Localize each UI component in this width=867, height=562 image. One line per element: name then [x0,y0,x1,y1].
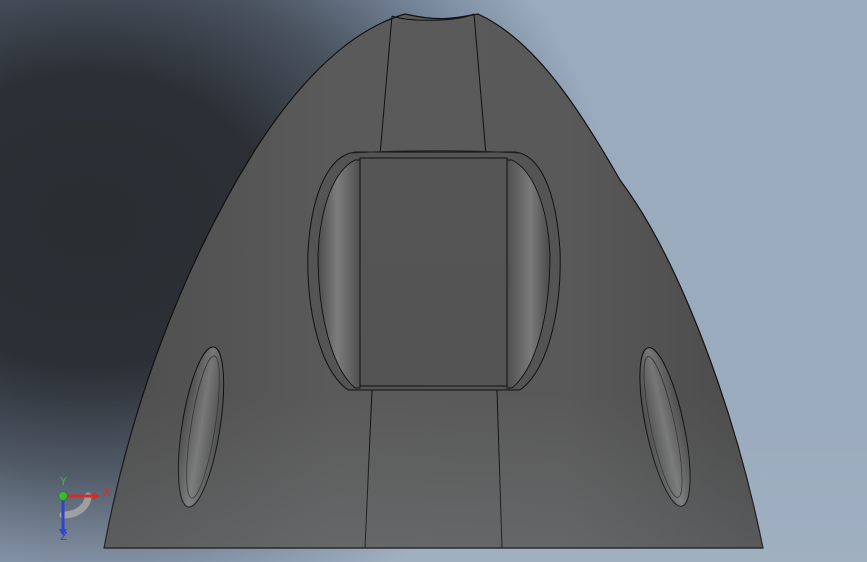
center-pocket-floor [359,157,508,387]
graphics-viewport[interactable]: X Y Z [0,0,867,562]
reference-triad[interactable]: X Y Z [48,476,118,550]
y-axis-point [58,491,68,501]
x-axis-arrow [93,492,100,500]
x-axis-label: X [103,486,111,499]
y-axis-label: Y [60,475,67,488]
z-axis-label: Z [60,530,68,543]
3d-model-view[interactable] [0,0,867,562]
